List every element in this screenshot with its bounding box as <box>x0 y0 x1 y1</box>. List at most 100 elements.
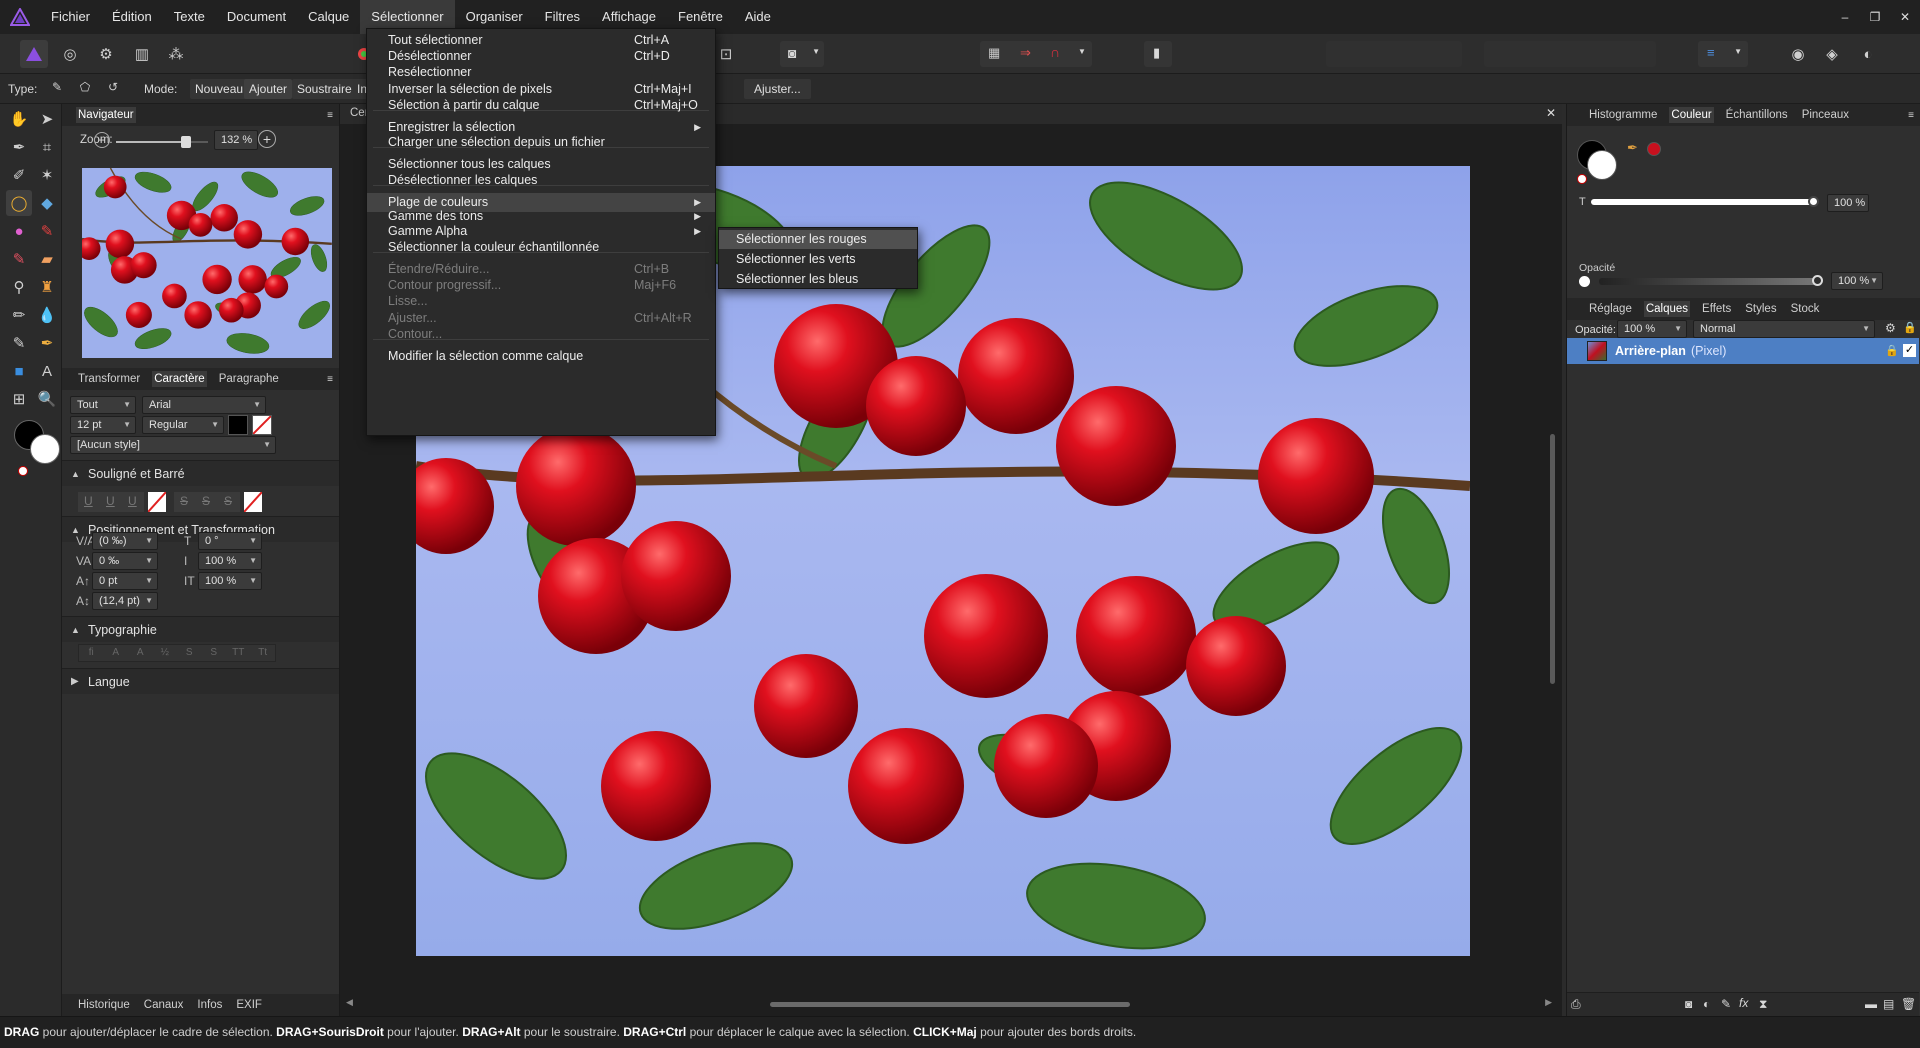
submenu-item-2[interactable]: Sélectionner les bleus <box>719 270 917 289</box>
ligatures-button[interactable]: fi <box>79 645 104 661</box>
mode-subtract-button[interactable]: Soustraire <box>292 79 357 99</box>
menu-item-18[interactable]: Modifier la sélection comme calque <box>367 347 715 366</box>
vertical-scroll-thumb[interactable] <box>1550 434 1555 684</box>
geometry-subtract-icon[interactable]: ◈ <box>1818 40 1846 68</box>
all-caps-button[interactable]: TT <box>226 645 251 661</box>
small-caps-button[interactable]: Tt <box>251 645 276 661</box>
affinity-photo-logo-icon[interactable] <box>0 0 40 34</box>
tint-value-field[interactable]: 100 % <box>1827 194 1869 212</box>
mode-new-button[interactable]: Nouveau <box>190 79 249 99</box>
strike-custom-button[interactable]: S <box>224 494 232 508</box>
tab-histogram[interactable]: Histogramme <box>1587 107 1659 123</box>
text-color-swatch[interactable] <box>228 415 248 435</box>
vertical-scrollbar[interactable] <box>1546 124 1560 994</box>
strike-color-swatch[interactable] <box>243 491 263 513</box>
tab-adjustment[interactable]: Réglage <box>1587 301 1634 317</box>
opacity-value-field[interactable]: 100 % ▼ <box>1831 272 1883 290</box>
zoom-value-field[interactable]: 132 % <box>214 130 258 150</box>
tab-transform[interactable]: Transformer <box>76 371 142 387</box>
color-picker-tool-icon[interactable]: ✒ <box>6 134 32 160</box>
tab-exif[interactable]: EXIF <box>234 997 264 1013</box>
tint-slider[interactable] <box>1591 196 1819 207</box>
tab-brushes[interactable]: Pinceaux <box>1800 107 1851 123</box>
no-color-icon[interactable] <box>18 466 28 476</box>
section-typography[interactable]: ▲ Typographie <box>62 616 339 642</box>
tab-character[interactable]: Caractère <box>152 371 207 387</box>
add-group-icon[interactable]: ▬ <box>1865 997 1877 1011</box>
freehand-type-icon[interactable]: ✎ <box>46 76 68 98</box>
tab-stock[interactable]: Stock <box>1789 301 1822 317</box>
horizontal-scrollbar[interactable]: ◀ ▶ <box>340 996 1562 1012</box>
text-highlight-swatch[interactable] <box>252 415 272 435</box>
tab-styles[interactable]: Styles <box>1743 301 1778 317</box>
close-document-icon[interactable]: ✕ <box>1546 106 1556 120</box>
menu-item-12[interactable]: Sélectionner la couleur échantillonnée <box>367 238 715 257</box>
minimize-button[interactable]: – <box>1830 0 1860 34</box>
snapping-magnet-icon[interactable]: ∩ <box>1050 44 1060 60</box>
menu-texte[interactable]: Texte <box>163 0 216 34</box>
photo-persona-icon[interactable] <box>20 40 48 68</box>
grid-icon[interactable]: ▦ <box>988 45 1000 61</box>
navigator-preview[interactable] <box>82 168 332 358</box>
layer-opacity-field[interactable]: 100 % ▼ <box>1617 320 1687 338</box>
panel-menu-icon[interactable]: ≡ <box>327 374 333 385</box>
underline-double-button[interactable]: U <box>106 494 115 508</box>
mesh-warp-tool-icon[interactable]: ⊞ <box>6 386 32 412</box>
blend-options-gear-icon[interactable]: ⚙ <box>1885 321 1896 335</box>
polygon-type-icon[interactable]: ⬠ <box>74 76 96 98</box>
tab-effects[interactable]: Effets <box>1700 301 1733 317</box>
no-color-icon[interactable] <box>1577 174 1587 184</box>
add-mask-icon[interactable]: ◙ <box>1685 997 1692 1011</box>
layer-visibility-checkbox[interactable]: ✓ <box>1903 344 1916 357</box>
restore-button[interactable]: ❐ <box>1860 0 1890 34</box>
dodge-tool-icon[interactable]: ⚲ <box>6 274 32 300</box>
horizontal-scale-field[interactable]: 100 % ▼ <box>198 572 262 590</box>
scope-select[interactable]: Tout ▼ <box>70 396 136 414</box>
eyedropper-icon[interactable]: ✒ <box>1627 140 1638 156</box>
lock-icon[interactable]: 🔒 <box>1903 321 1917 334</box>
text-style-select[interactable]: [Aucun style] ▼ <box>70 436 276 454</box>
close-window-button[interactable]: ✕ <box>1890 0 1920 34</box>
font-weight-select[interactable]: Regular ▼ <box>142 416 224 434</box>
add-effect-icon[interactable]: fx <box>1739 996 1748 1010</box>
strike-double-button[interactable]: S <box>202 494 210 508</box>
zoom-out-icon[interactable]: − <box>94 132 110 148</box>
underline-custom-button[interactable]: U <box>128 494 137 508</box>
menu-item-8[interactable]: Désélectionner les calques <box>367 171 715 190</box>
shear-field[interactable]: 0 ° ▼ <box>198 532 262 550</box>
tone-mapping-persona-icon[interactable]: ▥ <box>128 40 156 68</box>
assistant-icon[interactable]: ⇒ <box>1020 45 1031 61</box>
add-live-filter-icon[interactable]: ✎ <box>1721 997 1731 1011</box>
develop-persona-icon[interactable]: ⚙ <box>92 40 120 68</box>
tracking-field[interactable]: 0 ‰ ▼ <box>92 552 158 570</box>
text-tool-icon[interactable]: A <box>34 358 60 384</box>
menu-edition[interactable]: Édition <box>101 0 163 34</box>
layer-lock-icon[interactable]: 🔒 <box>1885 344 1899 357</box>
zoom-tool-icon[interactable]: 🔍 <box>34 386 60 412</box>
clone-tool-icon[interactable]: ♜ <box>34 274 60 300</box>
color-replacement-tool-icon[interactable]: ✎ <box>6 246 32 272</box>
paint-brush-tool-icon[interactable]: ✎ <box>34 218 60 244</box>
geometry-intersect-icon[interactable]: ◐ <box>1854 40 1882 68</box>
tab-info[interactable]: Infos <box>195 997 224 1013</box>
zoom-slider[interactable] <box>116 136 208 148</box>
submenu-item-1[interactable]: Sélectionner les verts <box>719 250 917 269</box>
layer-name[interactable]: Arrière-plan <box>1615 344 1686 358</box>
magnetic-type-icon[interactable]: ↺ <box>102 76 124 98</box>
erase-tool-icon[interactable]: ▰ <box>34 246 60 272</box>
red-eye-tool-icon[interactable]: ✎ <box>6 330 32 356</box>
smudge-tool-icon[interactable]: ✏ <box>6 302 32 328</box>
zoom-in-icon[interactable]: + <box>258 130 276 148</box>
tab-history[interactable]: Historique <box>76 997 132 1013</box>
pen-tool-icon[interactable]: ✒ <box>34 330 60 356</box>
baseline-field[interactable]: 0 pt ▼ <box>92 572 158 590</box>
tab-navigator[interactable]: Navigateur <box>76 107 136 123</box>
swash-button[interactable]: A <box>128 645 153 661</box>
tab-color[interactable]: Couleur <box>1669 107 1714 123</box>
export-persona-icon[interactable]: ⁂ <box>162 40 190 68</box>
tab-layers[interactable]: Calques <box>1643 301 1691 317</box>
secondary-color-swatch[interactable] <box>30 434 60 464</box>
section-underline[interactable]: ▲ Souligné et Barré <box>62 460 339 486</box>
recent-color-swatch[interactable] <box>1647 142 1661 156</box>
tab-swatches[interactable]: Échantillons <box>1724 107 1790 123</box>
